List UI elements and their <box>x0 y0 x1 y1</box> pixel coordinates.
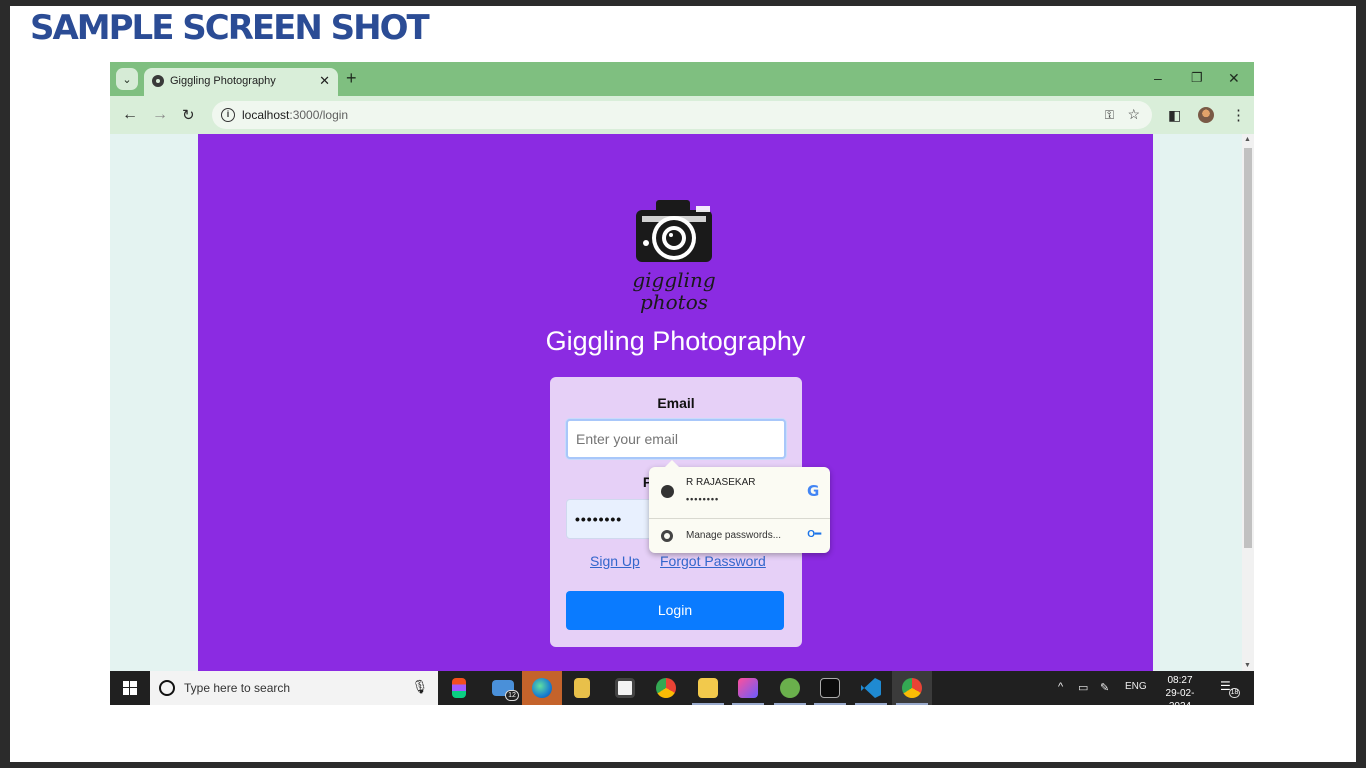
microphone-icon[interactable]: 🎙 <box>411 679 428 695</box>
taskbar-search[interactable]: Type here to search 🎙 <box>150 671 438 705</box>
page-scrollbar[interactable]: ▲ ▼ <box>1242 134 1254 671</box>
close-tab-icon[interactable]: ✕ <box>319 73 330 89</box>
globe-icon <box>152 75 164 87</box>
forgot-password-link[interactable]: Forgot Password <box>660 553 766 569</box>
login-page: giggling photos Giggling Photography Ema… <box>198 134 1153 671</box>
manage-passwords-item[interactable]: Manage passwords... <box>686 530 781 541</box>
globe-icon <box>661 485 674 498</box>
side-panel-icon[interactable]: ◧ <box>1168 107 1181 124</box>
url-text[interactable]: localhost:3000/login <box>242 108 348 122</box>
chevron-up-icon[interactable]: ^ <box>1058 681 1063 693</box>
scroll-down-icon[interactable]: ▼ <box>1244 662 1251 669</box>
utorrent-icon[interactable] <box>780 678 800 698</box>
browser-viewport: giggling photos Giggling Photography Ema… <box>110 134 1254 671</box>
taskbar-clock[interactable]: 08:27 29-02-2024 <box>1156 674 1204 705</box>
mail-badge: 12 <box>505 690 519 701</box>
chrome-active-slot[interactable] <box>892 671 932 705</box>
files-icon[interactable] <box>574 678 590 698</box>
minimize-icon[interactable]: – <box>1154 70 1162 86</box>
popup-divider <box>649 518 830 519</box>
back-icon[interactable]: ← <box>122 106 138 124</box>
clock-date: 29-02-2024 <box>1165 688 1195 705</box>
slide-title: SAMPLE SCREEN SHOT <box>30 8 430 48</box>
pen-icon[interactable]: ✎ <box>1100 681 1109 694</box>
vscode-underline <box>855 703 887 705</box>
saved-account-name[interactable]: R RAJASEKAR <box>686 477 755 488</box>
notification-badge: 18 <box>1229 688 1240 698</box>
google-icon: G <box>807 482 820 500</box>
scroll-up-icon[interactable]: ▲ <box>1244 136 1251 143</box>
battery-icon[interactable]: ▭ <box>1078 681 1088 694</box>
browser-window: ⌄ Giggling Photography ✕ + – ❐ ✕ ← → ↻ i… <box>110 62 1254 705</box>
page-title: Giggling Photography <box>545 326 806 356</box>
photos-underline <box>732 703 764 705</box>
forward-icon[interactable]: → <box>152 106 168 124</box>
chevron-down-icon: ⌄ <box>122 73 132 86</box>
url-host: localhost <box>242 108 290 122</box>
close-window-icon[interactable]: ✕ <box>1228 70 1240 87</box>
chrome-profile-icon <box>902 678 922 698</box>
windows-icon <box>123 681 137 695</box>
tab-search-button[interactable]: ⌄ <box>116 68 138 90</box>
store-icon[interactable] <box>615 678 635 698</box>
logo-text-line2: photos <box>640 290 708 314</box>
explorer-underline <box>692 703 724 705</box>
info-icon[interactable]: i <box>221 108 235 122</box>
password-key-icon[interactable]: ⚿ <box>1105 108 1114 123</box>
email-label: Email <box>657 395 695 411</box>
scroll-thumb[interactable] <box>1244 148 1252 548</box>
windows-taskbar: Type here to search 🎙 12 ^ ▭ ✎ ENG 08:27… <box>110 671 1254 705</box>
reload-icon[interactable]: ↻ <box>182 106 195 124</box>
terminal-icon[interactable] <box>820 678 840 698</box>
navigation-bar: ← → ↻ i localhost:3000/login ⚿ ☆ ◧ ⋮ <box>110 96 1254 134</box>
vscode-icon[interactable] <box>861 678 881 698</box>
address-bar[interactable]: i localhost:3000/login ⚿ ☆ <box>212 101 1152 129</box>
more-menu-icon[interactable]: ⋮ <box>1231 106 1246 124</box>
login-button[interactable]: Login <box>566 591 784 630</box>
saved-account-password[interactable]: •••••••• <box>686 494 719 504</box>
chrome-taskbar-icon[interactable] <box>656 678 676 698</box>
password-autofill-popup: R RAJASEKAR •••••••• G Manage passwords.… <box>649 460 830 553</box>
bookmark-star-icon[interactable]: ☆ <box>1127 106 1140 123</box>
new-tab-button[interactable]: + <box>346 68 357 89</box>
tab-giggling-photography[interactable]: Giggling Photography ✕ <box>144 68 338 96</box>
terminal-underline <box>814 703 846 705</box>
chrome-icon <box>661 530 673 542</box>
photos-app-icon[interactable] <box>738 678 758 698</box>
clock-time: 08:27 <box>1167 675 1193 686</box>
edge-taskbar-slot[interactable] <box>522 671 562 705</box>
key-icon: O━ <box>807 529 821 540</box>
tab-bar: ⌄ Giggling Photography ✕ + – ❐ ✕ <box>110 62 1254 96</box>
edge-icon <box>532 678 552 698</box>
file-explorer-icon[interactable] <box>698 678 718 698</box>
slide: SAMPLE SCREEN SHOT ⌄ Giggling Photograph… <box>10 6 1356 762</box>
signup-link[interactable]: Sign Up <box>590 553 640 569</box>
profile-avatar[interactable] <box>1198 107 1214 123</box>
taskbar-search-placeholder: Type here to search <box>184 681 291 695</box>
cortana-icon <box>159 680 175 696</box>
utorrent-underline <box>774 703 806 705</box>
restore-icon[interactable]: ❐ <box>1191 70 1203 86</box>
tab-title: Giggling Photography <box>170 75 276 87</box>
start-button[interactable] <box>110 671 150 705</box>
email-field[interactable]: Enter your email <box>566 419 786 459</box>
logo-text-line1: giggling <box>632 268 715 292</box>
figma-icon[interactable] <box>452 678 466 698</box>
chrome-underline <box>896 703 928 705</box>
url-path: :3000/login <box>289 108 349 122</box>
language-indicator[interactable]: ENG <box>1125 681 1147 692</box>
camera-logo: giggling photos <box>632 200 716 314</box>
